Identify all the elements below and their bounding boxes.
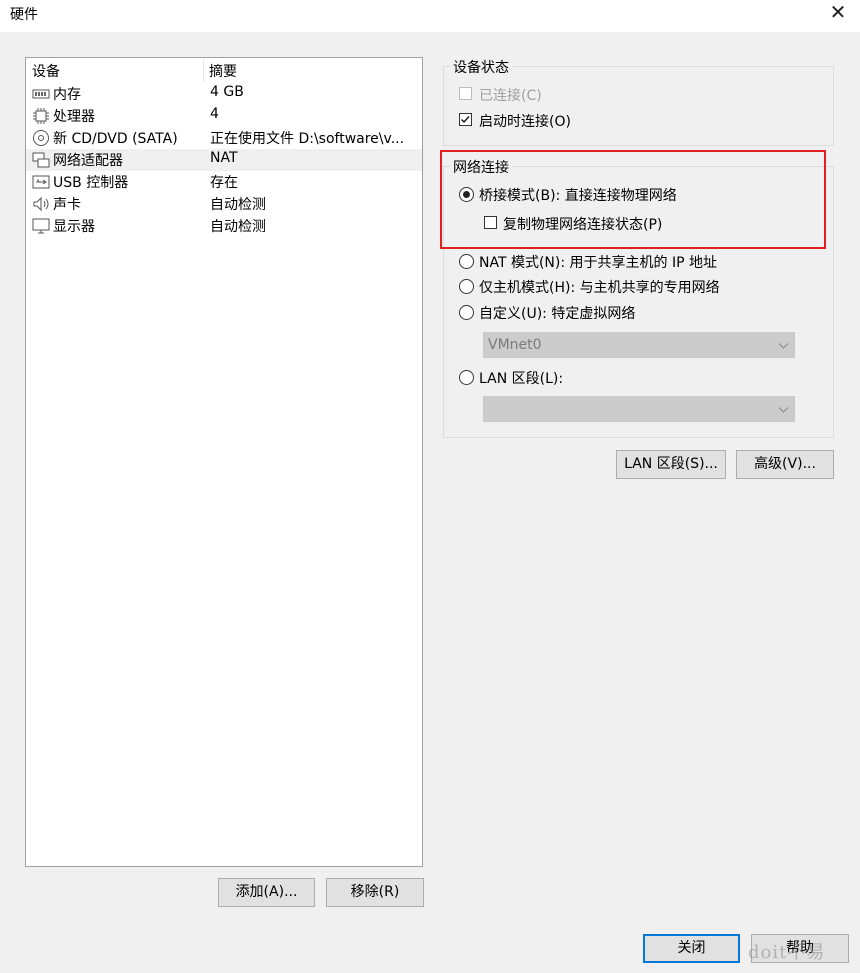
device-row-sound-card[interactable]: 声卡 自动检测 <box>26 193 422 215</box>
chevron-down-icon <box>778 407 789 413</box>
device-name: 网络适配器 <box>53 153 123 169</box>
device-name: 显示器 <box>53 219 95 235</box>
column-separator[interactable] <box>203 60 204 82</box>
remove-button[interactable]: 移除(R) <box>326 878 424 907</box>
network-adapter-icon <box>32 152 50 168</box>
connected-label: 已连接(C) <box>479 88 542 104</box>
nat-label: NAT 模式(N): 用于共享主机的 IP 地址 <box>479 255 717 271</box>
host-only-radio[interactable] <box>459 279 474 294</box>
device-row-memory[interactable]: 内存 4 GB <box>26 83 422 105</box>
lan-segment-radio[interactable] <box>459 370 474 385</box>
column-header-device[interactable]: 设备 <box>32 61 60 81</box>
column-header-summary[interactable]: 摘要 <box>209 61 237 81</box>
title-bar: 硬件 ✕ <box>0 0 860 32</box>
device-row-processor[interactable]: 处理器 4 <box>26 105 422 127</box>
device-row-display[interactable]: 显示器 自动检测 <box>26 215 422 237</box>
monitor-icon <box>32 218 50 234</box>
chevron-down-icon <box>778 343 789 349</box>
device-name: 内存 <box>53 87 81 103</box>
custom-label: 自定义(U): 特定虚拟网络 <box>479 306 636 322</box>
lan-segment-label: LAN 区段(L): <box>479 371 564 387</box>
device-summary: 4 GB <box>210 84 244 100</box>
device-row-usb[interactable]: USB 控制器 存在 <box>26 171 422 193</box>
advanced-button[interactable]: 高级(V)... <box>736 450 834 479</box>
watermark: doit不易 <box>748 942 826 963</box>
close-icon[interactable]: ✕ <box>826 0 850 24</box>
device-summary: 自动检测 <box>210 219 266 235</box>
device-name: 处理器 <box>53 109 95 125</box>
connect-at-power-on-label: 启动时连接(O) <box>479 114 571 130</box>
highlight-box <box>440 150 826 249</box>
lan-segments-button[interactable]: LAN 区段(S)... <box>616 450 726 479</box>
device-row-network-adapter[interactable]: 网络适配器 NAT <box>26 149 422 171</box>
nat-radio[interactable] <box>459 254 474 269</box>
cd-dvd-icon <box>33 130 49 146</box>
window-title: 硬件 <box>10 7 38 23</box>
add-button[interactable]: 添加(A)... <box>218 878 315 907</box>
custom-network-value: VMnet0 <box>488 337 542 353</box>
memory-icon <box>32 89 50 99</box>
connect-at-power-on-checkbox[interactable] <box>459 113 472 126</box>
device-summary: 存在 <box>210 175 238 191</box>
checkmark-icon <box>461 116 470 124</box>
usb-icon <box>32 175 50 189</box>
device-row-cd-dvd[interactable]: 新 CD/DVD (SATA) 正在使用文件 D:\software\v... <box>26 127 422 149</box>
connected-checkbox[interactable] <box>459 87 472 100</box>
device-name: 新 CD/DVD (SATA) <box>53 131 178 147</box>
device-summary: 自动检测 <box>210 197 266 213</box>
device-name: 声卡 <box>53 197 81 213</box>
cpu-icon <box>33 108 49 124</box>
lan-segment-select[interactable] <box>483 396 795 422</box>
device-status-group <box>443 66 834 146</box>
device-list[interactable]: 设备 摘要 内存 4 GB 处理器 4 新 CD/DVD (SATA) 正在使用… <box>25 57 423 867</box>
close-button[interactable]: 关闭 <box>643 934 740 963</box>
custom-radio[interactable] <box>459 305 474 320</box>
device-name: USB 控制器 <box>53 175 129 191</box>
device-status-label: 设备状态 <box>450 57 512 77</box>
host-only-label: 仅主机模式(H): 与主机共享的专用网络 <box>479 280 720 296</box>
device-summary: 4 <box>210 106 219 122</box>
device-summary: 正在使用文件 D:\software\v... <box>210 131 405 147</box>
custom-network-select[interactable]: VMnet0 <box>483 332 795 358</box>
device-summary: NAT <box>210 150 238 166</box>
speaker-icon <box>33 196 49 212</box>
